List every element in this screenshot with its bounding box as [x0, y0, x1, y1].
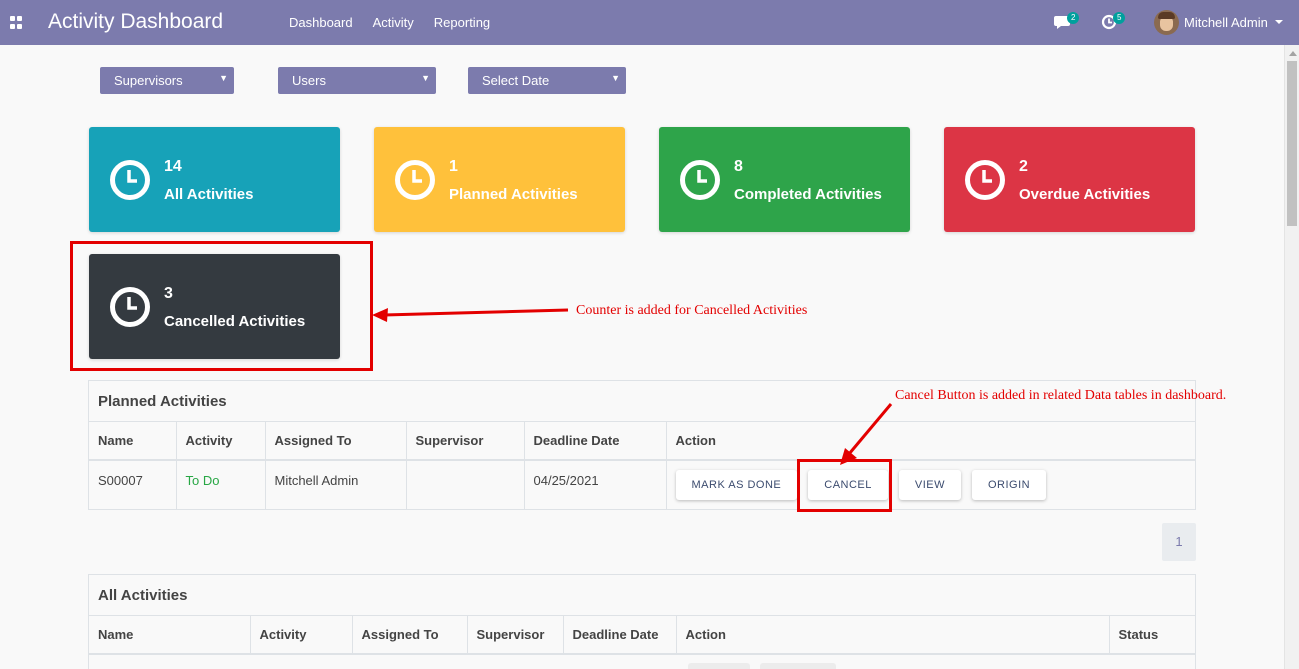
users-filter-label: Users [292, 73, 326, 88]
chevron-down-icon[interactable] [1275, 20, 1283, 24]
clock-icon [395, 160, 435, 200]
annotation-arrow-icon [372, 308, 569, 322]
cell-supervisor [406, 460, 525, 509]
supervisors-filter-label: Supervisors [114, 73, 183, 88]
column-header[interactable]: Name [89, 422, 177, 461]
annotation-arrow-icon [840, 403, 893, 465]
column-header: Action [666, 422, 1195, 461]
date-filter-label: Select Date [482, 73, 550, 88]
chevron-down-icon: ▼ [421, 73, 430, 83]
chevron-down-icon: ▼ [219, 73, 228, 83]
user-menu-name[interactable]: Mitchell Admin [1184, 15, 1268, 30]
view-button[interactable]: VIEW [898, 470, 961, 500]
app-title: Activity Dashboard [48, 10, 224, 33]
apps-menu-icon[interactable] [10, 16, 23, 29]
chevron-down-icon: ▼ [611, 73, 620, 83]
table-header-row: Name Activity Assigned To Supervisor Dea… [89, 422, 1195, 461]
scroll-up-arrow-icon[interactable] [1289, 51, 1297, 56]
column-header[interactable]: Supervisor [406, 422, 525, 461]
cell-name: S00007 [89, 460, 177, 509]
activities-count-badge: 5 [1113, 12, 1126, 24]
column-header[interactable]: Activity [250, 616, 353, 655]
cancel-annotation: Cancel Button is added in related Data t… [895, 388, 1227, 403]
card-count: 14 [164, 158, 182, 175]
cell-activity: To Do [176, 460, 266, 509]
cell-assigned-to: Mitchell Admin [265, 460, 407, 509]
cell-deadline: 04/25/2021 [524, 460, 667, 509]
menu-item-reporting[interactable]: Reporting [434, 15, 490, 30]
counter-annotation: Counter is added for Cancelled Activitie… [576, 303, 808, 318]
card-label: Overdue Activities [1019, 186, 1151, 203]
origin-button[interactable]: ORIGIN [972, 470, 1047, 500]
main-menu: Dashboard Activity Reporting [289, 15, 490, 30]
supervisors-filter[interactable]: Supervisors ▼ [100, 67, 234, 94]
column-header[interactable]: Activity [176, 422, 266, 461]
planned-activities-table: Name Activity Assigned To Supervisor Dea… [89, 422, 1195, 509]
vertical-scrollbar[interactable] [1284, 45, 1299, 669]
card-planned-activities[interactable]: 1 Planned Activities [374, 127, 625, 232]
scroll-thumb[interactable] [1287, 61, 1297, 226]
table-row: S00007 To Do Mitchell Admin 04/25/2021 M… [89, 460, 1195, 509]
users-filter[interactable]: Users ▼ [278, 67, 436, 94]
mark-as-done-button[interactable]: MARK AS DONE [675, 470, 798, 500]
column-header[interactable]: Status [1109, 616, 1195, 655]
date-filter[interactable]: Select Date ▼ [468, 67, 626, 94]
all-activities-panel: All Activities Name Activity Assigned To… [88, 574, 1196, 669]
column-header[interactable]: Deadline Date [524, 422, 667, 461]
all-activities-title: All Activities [89, 575, 1195, 616]
card-label: All Activities [164, 186, 254, 203]
menu-item-dashboard[interactable]: Dashboard [289, 15, 353, 30]
row-action-button[interactable] [760, 663, 836, 669]
column-header[interactable]: Assigned To [352, 616, 468, 655]
column-header: Action [676, 616, 1110, 655]
row-action-button[interactable] [688, 663, 750, 669]
card-completed-activities[interactable]: 8 Completed Activities [659, 127, 910, 232]
messages-count-badge: 2 [1067, 12, 1080, 24]
card-label: Planned Activities [449, 186, 578, 203]
clock-icon [110, 160, 150, 200]
column-header[interactable]: Assigned To [265, 422, 407, 461]
top-navbar: Activity Dashboard Dashboard Activity Re… [0, 0, 1299, 45]
menu-item-activity[interactable]: Activity [373, 15, 414, 30]
card-label: Completed Activities [734, 186, 882, 203]
avatar[interactable] [1154, 10, 1179, 35]
card-count: 1 [449, 158, 458, 175]
pagination-page-1[interactable]: 1 [1162, 523, 1196, 561]
column-header[interactable]: Deadline Date [563, 616, 677, 655]
card-count: 8 [734, 158, 743, 175]
card-all-activities[interactable]: 14 All Activities [89, 127, 340, 232]
cell-actions: MARK AS DONE CANCEL VIEW ORIGIN [666, 460, 1195, 509]
card-count: 2 [1019, 158, 1028, 175]
column-header[interactable]: Supervisor [467, 616, 564, 655]
table-header-row: Name Activity Assigned To Supervisor Dea… [89, 616, 1195, 655]
card-overdue-activities[interactable]: 2 Overdue Activities [944, 127, 1195, 232]
column-header[interactable]: Name [89, 616, 251, 655]
clock-icon [680, 160, 720, 200]
clock-icon [965, 160, 1005, 200]
all-activities-table: Name Activity Assigned To Supervisor Dea… [89, 616, 1195, 655]
cancelled-card-highlight [70, 241, 373, 371]
